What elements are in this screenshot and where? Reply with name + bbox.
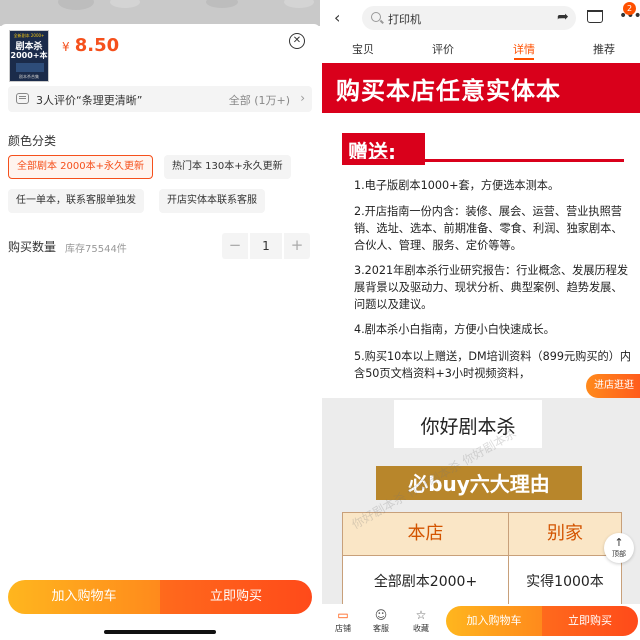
back-to-top-button[interactable]: ↑ 顶部: [604, 533, 634, 563]
search-input[interactable]: 打印机: [362, 6, 576, 30]
sku-panel: 全新剧本 2000+ 剧本杀 2000+本 剧本杀合集 ¥ 8.50 ✕ 3人评…: [0, 0, 320, 640]
quantity-label: 购买数量: [8, 240, 57, 254]
gift-divider: [342, 159, 624, 162]
store-icon: ▭: [337, 608, 349, 622]
product-detail-page: ‹ 打印机 ➦ ••• 2 宝贝 评价 详情 推荐 购买本店任意实体本 赠送: …: [322, 0, 640, 640]
quantity-stepper: − 1 +: [222, 233, 310, 259]
home-indicator: [104, 630, 216, 634]
comparison-table: 本店 别家 全部剧本2000+ 实得1000本: [342, 512, 622, 608]
review-summary-bar[interactable]: 3人评价“条理更清晰” 全部 (1万+) ›: [8, 86, 312, 112]
search-icon: [371, 12, 381, 22]
back-icon[interactable]: ‹: [334, 8, 340, 27]
detail-tabs: 宝贝 评价 详情 推荐: [322, 36, 640, 62]
gift-item: 1.电子版剧本1000+套，方便选本测本。: [354, 179, 560, 192]
sku-option-hot-scripts[interactable]: 热门本 130本+永久更新: [164, 155, 291, 179]
tab-recommend[interactable]: 推荐: [593, 41, 615, 57]
review-summary-text: 3人评价“条理更清晰”: [36, 94, 143, 107]
hello-title-box: 你好剧本杀: [394, 400, 542, 448]
dimmed-background: [0, 0, 320, 26]
close-icon[interactable]: ✕: [289, 33, 305, 49]
chevron-right-icon: ›: [300, 91, 305, 105]
bottom-action-bar: ▭ 店铺 ☺ 客服 ☆ 收藏 加入购物车 立即购买: [322, 604, 640, 640]
quantity-input[interactable]: 1: [250, 233, 282, 259]
quantity-plus-button[interactable]: +: [284, 233, 310, 259]
nav-customer-service[interactable]: ☺ 客服: [364, 608, 398, 634]
promo-banner: 购买本店任意实体本: [322, 63, 640, 113]
tab-item[interactable]: 宝贝: [352, 41, 374, 57]
sku-sheet: 全新剧本 2000+ 剧本杀 2000+本 剧本杀合集 ¥ 8.50 ✕ 3人评…: [0, 24, 320, 640]
add-to-cart-button[interactable]: 加入购物车: [8, 580, 160, 614]
nav-favorite[interactable]: ☆ 收藏: [404, 608, 438, 634]
quantity-minus-button[interactable]: −: [222, 233, 248, 259]
share-icon[interactable]: ➦: [557, 9, 569, 25]
table-cell: 全部剧本2000+: [343, 555, 509, 607]
gift-item: 3.2021年剧本杀行业研究报告：行业概念、发展历程发展背景以及驱动力、现状分析…: [354, 264, 629, 311]
table-cell: 实得1000本: [509, 555, 621, 607]
active-tab-indicator: [514, 58, 534, 60]
tab-details[interactable]: 详情: [513, 41, 535, 57]
gift-item: 4.剧本杀小白指南，方便小白快速成长。: [354, 323, 555, 336]
review-all-link[interactable]: 全部 (1万+): [229, 92, 290, 108]
chat-icon: ☺: [374, 608, 388, 622]
enter-store-tag[interactable]: 进店逛逛: [586, 374, 640, 398]
sku-option-all-scripts[interactable]: 全部剧本 2000本+永久更新: [8, 155, 154, 179]
product-thumbnail[interactable]: 全新剧本 2000+ 剧本杀 2000+本 剧本杀合集: [9, 30, 49, 82]
product-price: ¥ 8.50: [62, 35, 120, 56]
cart-icon[interactable]: [587, 10, 603, 23]
gift-item: 2.开店指南一份内含：装修、展会、运营、营业执照营销、选址、选本、前期准备、零食…: [354, 205, 623, 252]
sku-option-physical-store[interactable]: 开店实体本联系客服: [159, 189, 265, 213]
nav-store[interactable]: ▭ 店铺: [326, 608, 360, 634]
arrow-up-icon: ↑: [614, 536, 624, 549]
buy-now-button[interactable]: 立即购买: [160, 580, 312, 614]
add-to-cart-button[interactable]: 加入购物车: [446, 606, 542, 636]
color-section-title: 颜色分类: [8, 134, 57, 148]
buy-now-button[interactable]: 立即购买: [542, 606, 638, 636]
notification-badge: 2: [623, 2, 636, 15]
sku-option-single-script[interactable]: 任一单本，联系客服单独发: [8, 189, 144, 213]
comment-icon: [16, 93, 29, 104]
search-text: 打印机: [388, 13, 421, 26]
star-icon: ☆: [415, 608, 427, 622]
tab-reviews[interactable]: 评价: [432, 41, 454, 57]
stock-count: 库存75544件: [65, 244, 127, 255]
